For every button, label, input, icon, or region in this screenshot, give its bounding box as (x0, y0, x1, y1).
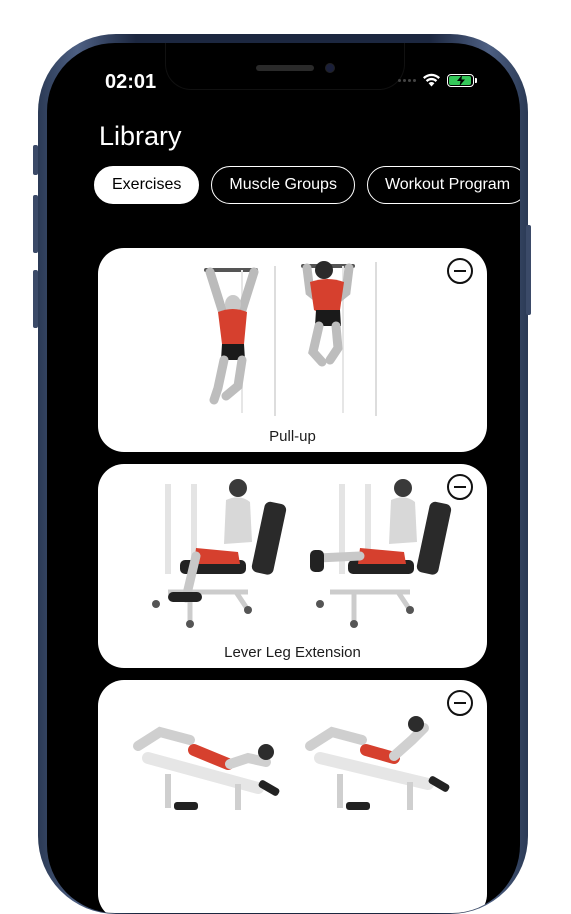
volume-up-button (33, 195, 38, 253)
charging-bolt-icon (457, 74, 465, 86)
battery-icon (447, 73, 477, 87)
exercise-name: Lever Leg Extension (224, 644, 361, 661)
tab-muscle-groups[interactable]: Muscle Groups (211, 166, 355, 204)
mute-switch (33, 145, 38, 175)
tab-workout-program[interactable]: Workout Program (366, 166, 520, 204)
remove-exercise-button[interactable] (447, 474, 473, 500)
exercise-name: Pull-up (269, 428, 316, 445)
wifi-icon (423, 73, 440, 87)
decline-crunch-illustration (133, 716, 450, 810)
app-screen: 02:01 Library Exercises Muscle Groups Wo… (47, 43, 520, 913)
notch (165, 43, 405, 90)
exercise-card-decline-crunch[interactable] (98, 680, 487, 913)
page-title: Library (99, 121, 182, 151)
front-camera (326, 64, 334, 72)
status-icons (398, 73, 477, 87)
pull-up-illustration (204, 261, 377, 416)
remove-exercise-button[interactable] (447, 258, 473, 284)
remove-exercise-button[interactable] (447, 690, 473, 716)
speaker-grille (256, 65, 314, 71)
power-button (526, 225, 531, 315)
exercise-card-lever-leg-extension[interactable]: Lever Leg Extension (98, 464, 487, 668)
category-tabs: Exercises Muscle Groups Workout Program (94, 166, 520, 204)
tab-exercises[interactable]: Exercises (94, 166, 200, 204)
volume-down-button (33, 270, 38, 328)
cellular-signal-icon (398, 78, 416, 82)
leg-extension-illustration (152, 479, 452, 628)
exercise-card-pull-up[interactable]: Pull-up (98, 248, 487, 452)
status-time: 02:01 (105, 71, 157, 93)
